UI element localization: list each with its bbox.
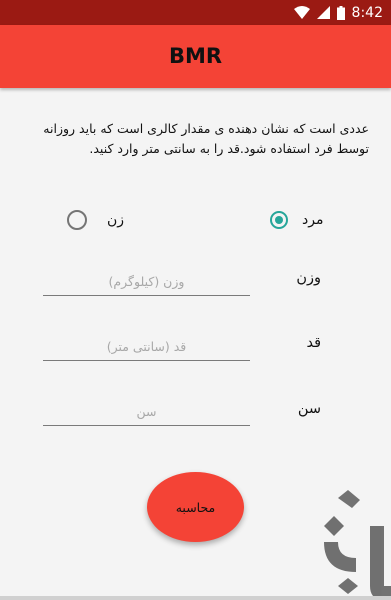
status-icons: 8:42 <box>293 0 383 25</box>
wifi-icon <box>293 5 310 19</box>
calculate-button[interactable]: محاسبه <box>147 472 244 542</box>
battery-icon <box>336 5 345 20</box>
height-label: قد <box>306 335 321 351</box>
description-text: عددی است که نشان دهنده ی مقدار کالری است… <box>43 121 369 156</box>
status-time: 8:42 <box>351 4 383 21</box>
app-bar: BMR <box>0 25 391 88</box>
radio-female[interactable]: زن <box>67 206 124 234</box>
status-bar: 8:42 <box>0 0 391 25</box>
radio-male-label: مرد <box>302 212 324 228</box>
height-input[interactable] <box>43 333 250 361</box>
radio-male[interactable]: مرد <box>270 206 323 234</box>
radio-male-circle[interactable] <box>270 211 288 229</box>
weight-input[interactable] <box>43 268 250 296</box>
navigation-bar <box>0 596 391 600</box>
cell-signal-icon <box>316 6 330 19</box>
age-label: سن <box>297 401 321 417</box>
age-input[interactable] <box>43 398 250 426</box>
radio-female-circle[interactable] <box>67 210 87 230</box>
radio-female-label: زن <box>107 212 125 228</box>
app-title: BMR <box>168 44 223 68</box>
weight-label: وزن <box>296 270 321 286</box>
bazaar-logo-icon <box>324 490 391 600</box>
